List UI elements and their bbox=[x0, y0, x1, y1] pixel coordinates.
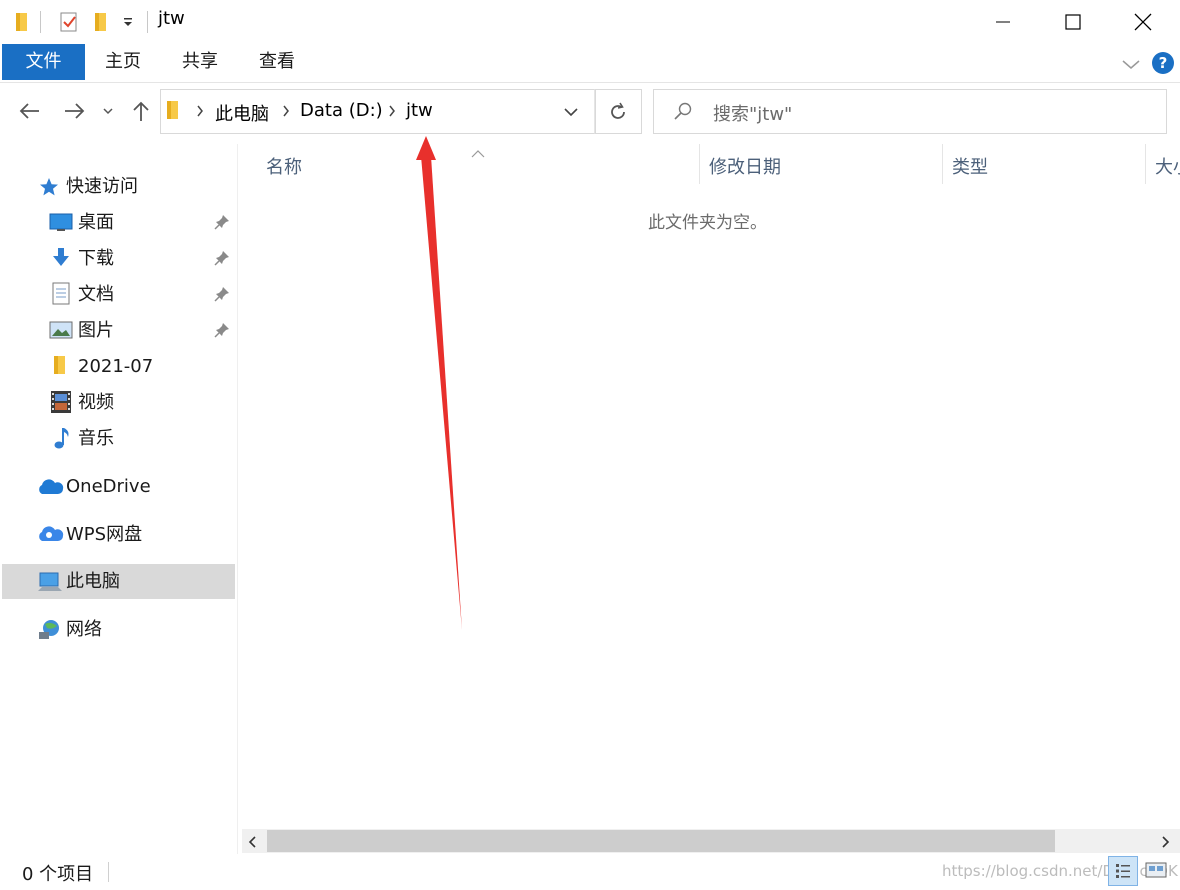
breadcrumb-jtw[interactable]: jtw bbox=[406, 100, 433, 121]
video-icon bbox=[49, 390, 73, 418]
music-note-icon bbox=[51, 426, 71, 454]
nav-pictures[interactable]: 图片 bbox=[78, 315, 114, 347]
maximize-button[interactable] bbox=[1038, 0, 1108, 44]
back-button[interactable] bbox=[14, 96, 44, 126]
folder-icon bbox=[52, 354, 68, 380]
pictures-icon bbox=[49, 320, 73, 344]
qat-separator bbox=[40, 11, 41, 33]
breadcrumb-data-drive[interactable]: Data (D:) bbox=[300, 100, 383, 121]
network-icon bbox=[37, 618, 63, 646]
scroll-left-arrow-icon[interactable] bbox=[247, 834, 259, 853]
search-placeholder: 搜索"jtw" bbox=[713, 104, 793, 125]
back-arrow-icon bbox=[19, 103, 39, 119]
nav-desktop[interactable]: 桌面 bbox=[78, 207, 114, 239]
nav-documents[interactable]: 文档 bbox=[78, 279, 114, 311]
tab-view[interactable]: 查看 bbox=[248, 44, 306, 80]
help-button[interactable]: ? bbox=[1152, 52, 1174, 74]
nav-downloads[interactable]: 下载 bbox=[78, 243, 114, 275]
maximize-icon bbox=[1065, 14, 1081, 30]
column-divider[interactable] bbox=[942, 144, 943, 184]
scrollbar-thumb[interactable] bbox=[267, 830, 1055, 852]
forward-button[interactable] bbox=[60, 96, 90, 126]
nav-network[interactable]: 网络 bbox=[66, 614, 102, 646]
chevron-right-icon[interactable] bbox=[387, 104, 397, 122]
onedrive-cloud-icon bbox=[36, 478, 64, 500]
up-arrow-icon bbox=[133, 101, 149, 121]
minimize-button[interactable] bbox=[968, 0, 1038, 44]
tab-file[interactable]: 文件 bbox=[2, 44, 85, 80]
scroll-right-arrow-icon[interactable] bbox=[1159, 834, 1171, 853]
title-separator bbox=[147, 11, 148, 33]
refresh-button[interactable] bbox=[594, 89, 642, 134]
nav-this-pc[interactable]: 此电脑 bbox=[66, 566, 120, 598]
forward-arrow-icon bbox=[65, 103, 85, 119]
folder-icon bbox=[12, 10, 32, 34]
nav-folder-2021-07[interactable]: 2021-07 bbox=[78, 351, 153, 383]
window-title: jtw bbox=[158, 8, 185, 29]
details-view-button[interactable] bbox=[1108, 856, 1138, 886]
up-button[interactable] bbox=[126, 96, 156, 126]
recent-locations-button[interactable] bbox=[96, 96, 120, 126]
minimize-icon bbox=[996, 21, 1010, 23]
nav-onedrive[interactable]: OneDrive bbox=[66, 471, 151, 503]
column-header-type[interactable]: 类型 bbox=[952, 153, 988, 179]
details-view-icon bbox=[1116, 864, 1130, 878]
status-separator bbox=[108, 862, 109, 882]
close-icon bbox=[1134, 13, 1152, 31]
star-icon bbox=[38, 176, 60, 202]
pin-icon[interactable] bbox=[214, 322, 230, 342]
desktop-icon bbox=[49, 212, 73, 236]
chevron-right-icon[interactable] bbox=[281, 104, 291, 122]
item-count: 0 个项目 bbox=[22, 864, 94, 885]
annotation-arrow bbox=[416, 136, 462, 630]
pin-icon[interactable] bbox=[214, 286, 230, 306]
column-divider[interactable] bbox=[699, 144, 700, 184]
download-arrow-icon bbox=[51, 246, 71, 272]
nav-music[interactable]: 音乐 bbox=[78, 423, 114, 455]
folder-icon bbox=[165, 99, 181, 125]
dropdown-caret-icon[interactable] bbox=[120, 10, 136, 34]
column-header-name[interactable]: 名称 bbox=[266, 153, 302, 179]
refresh-icon bbox=[611, 102, 625, 119]
search-icon bbox=[673, 101, 693, 125]
tab-home[interactable]: 主页 bbox=[94, 44, 152, 80]
computer-icon bbox=[37, 571, 63, 597]
large-icons-view-button[interactable] bbox=[1142, 856, 1170, 884]
nav-quick-access[interactable]: 快速访问 bbox=[66, 171, 138, 203]
pin-icon[interactable] bbox=[214, 250, 230, 270]
document-icon bbox=[51, 282, 71, 310]
large-icons-view-icon bbox=[1145, 862, 1167, 878]
nav-videos[interactable]: 视频 bbox=[78, 387, 114, 419]
expand-ribbon-chevron-icon[interactable] bbox=[1120, 54, 1142, 74]
chevron-right-icon[interactable] bbox=[195, 104, 205, 122]
pane-divider[interactable] bbox=[237, 144, 238, 854]
column-header-modified[interactable]: 修改日期 bbox=[709, 153, 781, 179]
close-button[interactable] bbox=[1108, 0, 1178, 44]
tab-share[interactable]: 共享 bbox=[171, 44, 229, 80]
pin-icon[interactable] bbox=[214, 214, 230, 234]
chevron-down-icon bbox=[103, 108, 113, 115]
empty-folder-message: 此文件夹为空。 bbox=[648, 213, 767, 233]
properties-icon[interactable] bbox=[58, 10, 80, 34]
wps-cloud-icon bbox=[36, 525, 64, 547]
column-divider[interactable] bbox=[1145, 144, 1146, 184]
breadcrumb-this-pc[interactable]: 此电脑 bbox=[215, 100, 269, 126]
nav-wps-drive[interactable]: WPS网盘 bbox=[66, 519, 142, 551]
new-folder-icon[interactable] bbox=[91, 10, 111, 34]
column-header-size[interactable]: 大小 bbox=[1155, 153, 1180, 179]
address-history-chevron-icon[interactable] bbox=[563, 104, 579, 123]
